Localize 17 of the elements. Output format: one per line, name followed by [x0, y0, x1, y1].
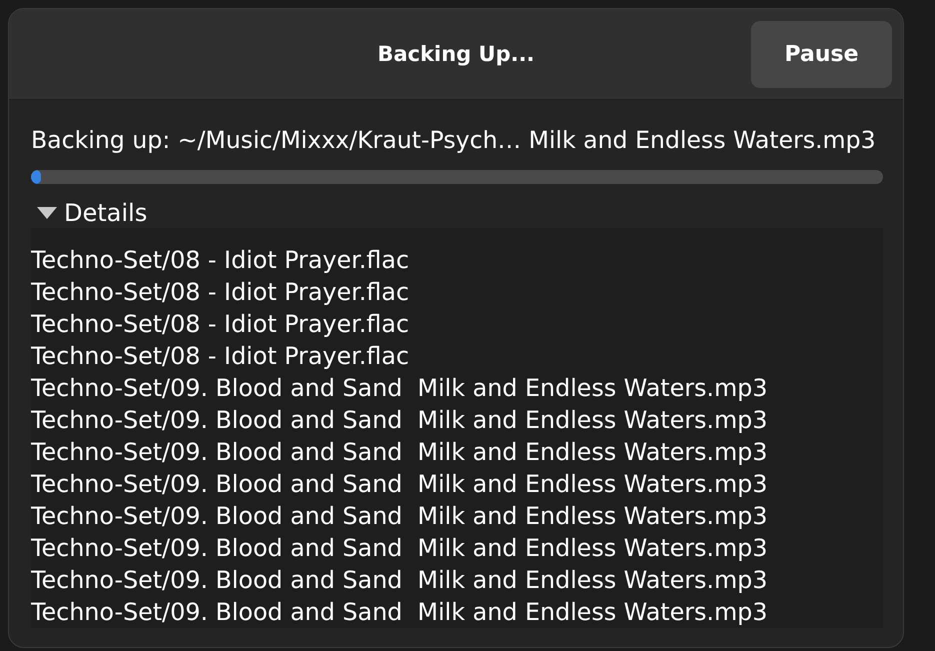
log-line: Techno-Set/08 - Idiot Prayer.flac [31, 341, 410, 372]
triangle-icon [37, 207, 57, 219]
dialog-title: Backing Up... [377, 42, 535, 66]
log-line: Techno-Set/09. Blood and Sand Milk and Endless Waters.mp3 [31, 597, 769, 628]
log-line: Techno-Set/09. Blood and Sand Milk and Endless Waters.mp3 [31, 373, 769, 404]
log-line: Techno-Set/08 - Idiot Prayer.flac [31, 277, 410, 308]
log-line: Techno-Set/09. Blood and Sand Milk and Endless Waters.mp3 [31, 405, 769, 436]
details-expander[interactable]: Details [31, 199, 148, 227]
status-text: Backing up: ~/Music/Mixxx/Kraut-Psych… Milk and Endless Waters.mp3 [31, 126, 877, 154]
log-line: Techno-Set/09. Blood and Sand Milk and Endless Waters.mp3 [31, 565, 769, 596]
log-line: Techno-Set/08 - Idiot Prayer.flac [31, 309, 410, 340]
pause-button[interactable]: Pause [751, 20, 892, 88]
log-line: Techno-Set/09. Blood and Sand Milk and Endless Waters.mp3 [31, 437, 769, 468]
log-line: Techno-Set/08 - Idiot Prayer.flac [31, 245, 410, 276]
log-line: Techno-Set/09. Blood and Sand Milk and Endless Waters.mp3 [31, 501, 769, 532]
log-line: Techno-Set/09. Blood and Sand Milk and Endless Waters.mp3 [31, 469, 769, 500]
log-line: Techno-Set/09. Blood and Sand Milk and Endless Waters.mp3 [31, 533, 769, 564]
